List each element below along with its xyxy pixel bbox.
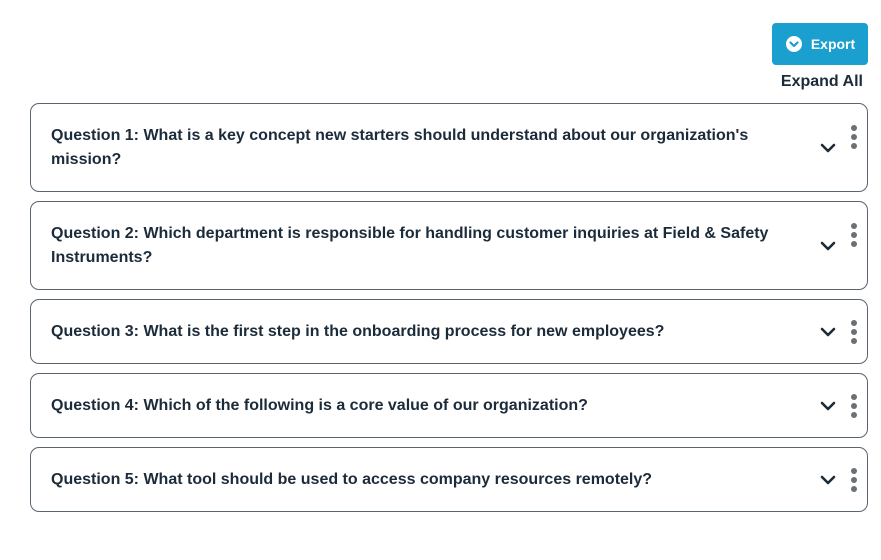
question-item[interactable]: Question 1: What is a key concept new st… bbox=[30, 103, 868, 192]
question-text: Question 1: What is a key concept new st… bbox=[51, 126, 749, 168]
chevron-down-circle-icon bbox=[785, 35, 803, 53]
question-item[interactable]: Question 2: Which department is responsi… bbox=[30, 201, 868, 290]
more-options-icon[interactable] bbox=[849, 393, 859, 418]
more-options-icon[interactable] bbox=[849, 223, 859, 247]
export-button[interactable]: Export bbox=[772, 23, 868, 65]
chevron-down-icon[interactable] bbox=[819, 400, 837, 412]
chevron-down-icon[interactable] bbox=[819, 326, 837, 338]
chevron-down-icon[interactable] bbox=[819, 474, 837, 486]
question-list: Question 1: What is a key concept new st… bbox=[30, 103, 868, 521]
chevron-down-icon[interactable] bbox=[819, 142, 837, 154]
question-text: Question 5: What tool should be used to … bbox=[51, 470, 653, 488]
question-text: Question 4: Which of the following is a … bbox=[51, 396, 588, 414]
more-options-icon[interactable] bbox=[849, 319, 859, 344]
question-item[interactable]: Question 5: What tool should be used to … bbox=[30, 447, 868, 512]
export-button-label: Export bbox=[810, 36, 856, 52]
more-options-icon[interactable] bbox=[849, 467, 859, 492]
expand-all-link[interactable]: Expand All bbox=[781, 73, 863, 91]
chevron-down-icon[interactable] bbox=[819, 240, 837, 252]
question-item[interactable]: Question 4: Which of the following is a … bbox=[30, 373, 868, 438]
question-text: Question 2: Which department is responsi… bbox=[51, 224, 769, 266]
question-item[interactable]: Question 3: What is the first step in th… bbox=[30, 299, 868, 364]
question-text: Question 3: What is the first step in th… bbox=[51, 322, 665, 340]
more-options-icon[interactable] bbox=[849, 125, 859, 149]
